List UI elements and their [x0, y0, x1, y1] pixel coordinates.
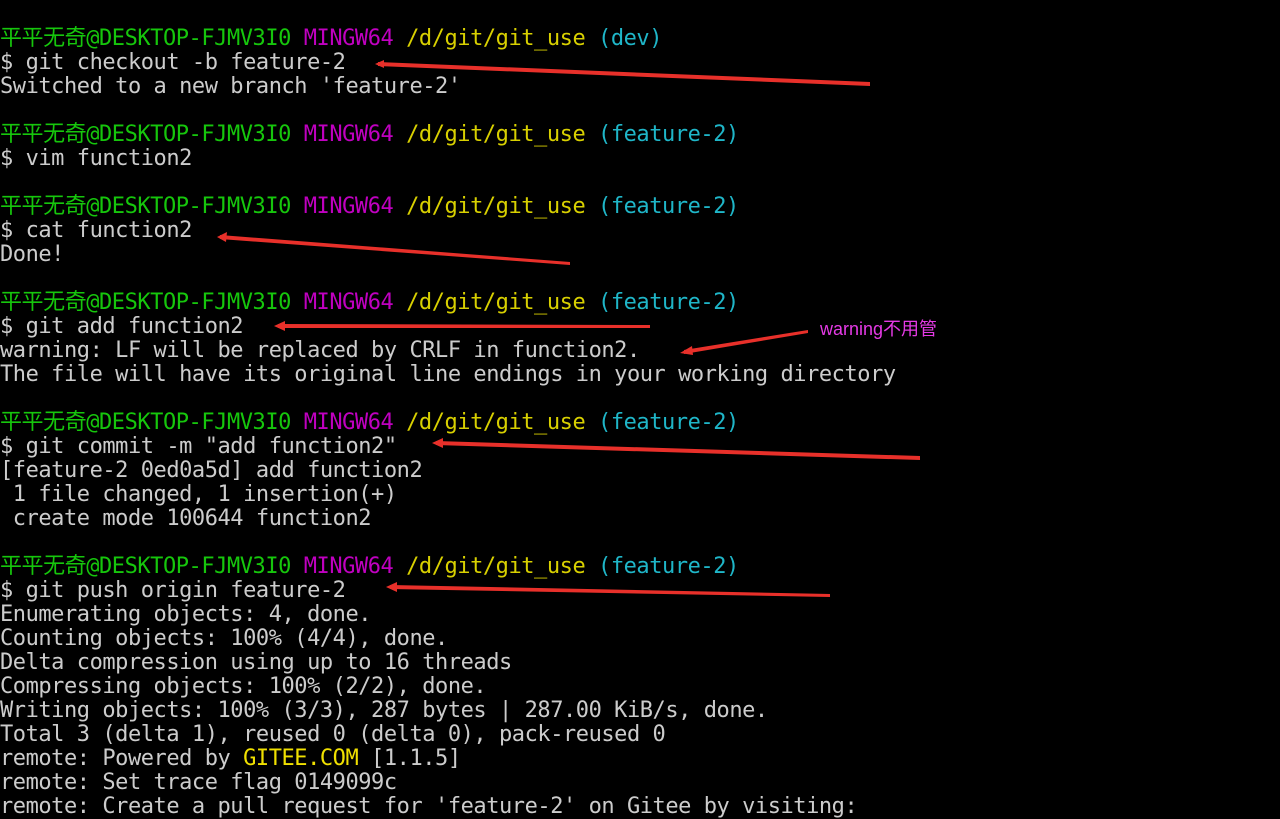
prompt-shell: MINGW64	[303, 122, 394, 147]
prompt-shell: MINGW64	[303, 410, 394, 435]
output-line: remote: Create a pull request for 'featu…	[0, 794, 858, 819]
prompt-shell: MINGW64	[303, 194, 394, 219]
command-line: $ git checkout -b feature-2	[0, 50, 346, 75]
output-text: remote: Powered by	[0, 746, 244, 771]
output-line: 1 file changed, 1 insertion(+)	[0, 482, 397, 507]
prompt-line: 平平无奇@DESKTOP-FJMV3I0 MINGW64 /d/git/git_…	[0, 27, 896, 51]
prompt-branch: (feature-2)	[598, 554, 739, 579]
prompt-user: 平平无奇@DESKTOP-FJMV3I0	[0, 554, 291, 579]
prompt-path: /d/git/git_use	[406, 554, 586, 579]
prompt-line: 平平无奇@DESKTOP-FJMV3I0 MINGW64 /d/git/git_…	[0, 411, 896, 435]
prompt-user: 平平无奇@DESKTOP-FJMV3I0	[0, 194, 291, 219]
output-line: Done!	[0, 242, 64, 267]
prompt-line: 平平无奇@DESKTOP-FJMV3I0 MINGW64 /d/git/git_…	[0, 555, 896, 579]
prompt-path: /d/git/git_use	[406, 410, 586, 435]
output-line: remote: Set trace flag 0149099c	[0, 770, 397, 795]
output-line: Switched to a new branch 'feature-2'	[0, 74, 461, 99]
command-line: $ vim function2	[0, 146, 192, 171]
prompt-line: 平平无奇@DESKTOP-FJMV3I0 MINGW64 /d/git/git_…	[0, 291, 896, 315]
prompt-user: 平平无奇@DESKTOP-FJMV3I0	[0, 290, 291, 315]
output-line: warning: LF will be replaced by CRLF in …	[0, 338, 640, 363]
prompt-line: 平平无奇@DESKTOP-FJMV3I0 MINGW64 /d/git/git_…	[0, 123, 896, 147]
prompt-line: 平平无奇@DESKTOP-FJMV3I0 MINGW64 /d/git/git_…	[0, 195, 896, 219]
warning-annotation-note: warning不用管	[820, 319, 938, 339]
prompt-user: 平平无奇@DESKTOP-FJMV3I0	[0, 26, 291, 51]
prompt-branch: (feature-2)	[598, 410, 739, 435]
terminal-window[interactable]: 平平无奇@DESKTOP-FJMV3I0 MINGW64 /d/git/git_…	[0, 0, 1280, 819]
output-text: [1.1.5]	[358, 746, 461, 771]
prompt-branch: (dev)	[598, 26, 663, 51]
prompt-branch: (feature-2)	[598, 194, 739, 219]
output-line: Writing objects: 100% (3/3), 287 bytes |…	[0, 698, 768, 723]
prompt-path: /d/git/git_use	[406, 26, 586, 51]
command-line: $ git add function2	[0, 314, 244, 339]
prompt-branch: (feature-2)	[598, 290, 739, 315]
command-line: $ cat function2	[0, 218, 192, 243]
output-line: The file will have its original line end…	[0, 362, 896, 387]
prompt-shell: MINGW64	[303, 26, 394, 51]
prompt-shell: MINGW64	[303, 554, 394, 579]
output-line: Counting objects: 100% (4/4), done.	[0, 626, 448, 651]
prompt-user: 平平无奇@DESKTOP-FJMV3I0	[0, 410, 291, 435]
prompt-shell: MINGW64	[303, 290, 394, 315]
output-line: Enumerating objects: 4, done.	[0, 602, 372, 627]
output-line: remote: Powered by GITEE.COM [1.1.5]	[0, 747, 896, 771]
prompt-path: /d/git/git_use	[406, 122, 586, 147]
output-line: [feature-2 0ed0a5d] add function2	[0, 458, 423, 483]
terminal-output: 平平无奇@DESKTOP-FJMV3I0 MINGW64 /d/git/git_…	[0, 27, 896, 819]
output-line: Compressing objects: 100% (2/2), done.	[0, 674, 487, 699]
gitee-highlight: GITEE.COM	[243, 746, 359, 771]
command-line: $ git commit -m "add function2"	[0, 434, 397, 459]
prompt-path: /d/git/git_use	[406, 290, 586, 315]
prompt-path: /d/git/git_use	[406, 194, 586, 219]
output-line: create mode 100644 function2	[0, 506, 372, 531]
prompt-user: 平平无奇@DESKTOP-FJMV3I0	[0, 122, 291, 147]
output-line: Total 3 (delta 1), reused 0 (delta 0), p…	[0, 722, 666, 747]
command-line: $ git push origin feature-2	[0, 578, 346, 603]
output-line: Delta compression using up to 16 threads	[0, 650, 512, 675]
prompt-branch: (feature-2)	[598, 122, 739, 147]
